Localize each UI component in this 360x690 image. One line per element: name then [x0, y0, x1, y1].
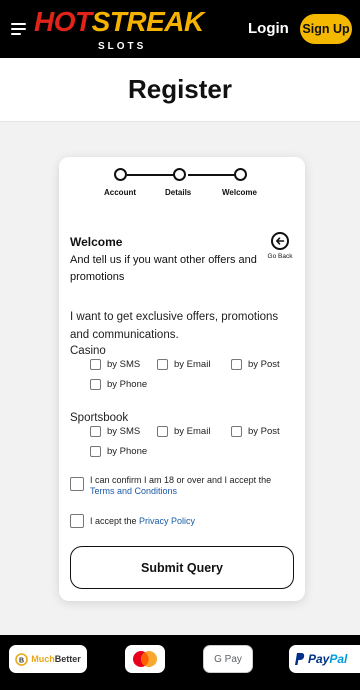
privacy-consent-text: I accept the	[90, 516, 137, 526]
go-back-button[interactable]: Go Back	[264, 232, 296, 260]
page-title-bar: Register	[0, 58, 360, 122]
sportsbook-post-checkbox[interactable]	[231, 426, 242, 437]
casino-post-checkbox[interactable]	[231, 359, 242, 370]
step-welcome-circle	[234, 168, 247, 181]
submit-button[interactable]: Submit Query	[70, 546, 294, 589]
sportsbook-phone-option[interactable]: by Phone	[90, 446, 147, 457]
casino-label: Casino	[70, 345, 106, 357]
step-connector	[188, 174, 237, 176]
sportsbook-sms-checkbox[interactable]	[90, 426, 101, 437]
privacy-policy-link[interactable]: Privacy Policy	[139, 516, 195, 526]
hamburger-menu-icon[interactable]	[11, 23, 26, 35]
casino-email-checkbox[interactable]	[157, 359, 168, 370]
option-label: by Post	[248, 426, 280, 437]
sportsbook-email-option[interactable]: by Email	[157, 426, 210, 437]
mastercard-badge	[125, 645, 165, 673]
sportsbook-post-option[interactable]: by Post	[231, 426, 280, 437]
privacy-consent-checkbox[interactable]	[70, 514, 84, 528]
paypal-pal-text: Pal	[329, 652, 348, 666]
muchbetter-badge: B MuchBetter	[9, 645, 87, 673]
option-label: by SMS	[107, 426, 141, 437]
option-label: by SMS	[107, 359, 141, 370]
age-consent-text: I can confirm I am 18 or over and I acce…	[90, 475, 272, 485]
paypal-badge: PayPal	[289, 645, 360, 673]
mastercard-icon	[133, 651, 157, 667]
age-consent-checkbox[interactable]	[70, 477, 84, 491]
casino-sms-option[interactable]: by SMS	[90, 359, 140, 370]
casino-post-option[interactable]: by Post	[231, 359, 280, 370]
muchbetter-prefix: Much	[31, 654, 55, 664]
registration-card: Account Details Welcome Welcome And tell…	[59, 157, 305, 601]
sportsbook-phone-checkbox[interactable]	[90, 446, 101, 457]
sportsbook-sms-option[interactable]: by SMS	[90, 426, 140, 437]
age-consent[interactable]: I can confirm I am 18 or over and I acce…	[70, 475, 295, 497]
registration-stepper: Account Details Welcome	[59, 157, 305, 207]
arrow-left-icon	[271, 232, 289, 250]
hotstreak-logo[interactable]: HOTSTREAK SLOTS	[34, 6, 214, 54]
logo-slots-text: SLOTS	[98, 41, 147, 52]
sportsbook-label: Sportsbook	[70, 412, 129, 424]
svg-text:B: B	[19, 657, 24, 664]
casino-phone-checkbox[interactable]	[90, 379, 101, 390]
muchbetter-icon: B	[15, 652, 29, 666]
option-label: by Email	[174, 359, 211, 370]
step-details-circle	[173, 168, 186, 181]
section-title: Welcome	[70, 235, 123, 249]
option-label: by Email	[174, 426, 211, 437]
step-connector	[127, 174, 176, 176]
go-back-label: Go Back	[267, 253, 293, 260]
google-pay-badge: G Pay	[203, 645, 253, 673]
paypal-icon	[295, 653, 305, 665]
logo-streak-text: STREAK	[91, 6, 205, 37]
top-navbar: HOTSTREAK SLOTS Login Sign Up	[0, 0, 360, 58]
casino-sms-checkbox[interactable]	[90, 359, 101, 370]
login-button[interactable]: Login	[248, 20, 289, 37]
page-title: Register	[127, 74, 233, 104]
option-label: by Phone	[107, 446, 148, 457]
google-pay-text: G Pay	[214, 653, 242, 665]
step-welcome-label: Welcome	[222, 188, 257, 197]
step-account-circle	[114, 168, 127, 181]
privacy-consent[interactable]: I accept the Privacy Policy	[70, 514, 295, 528]
payment-methods-footer: B MuchBetter G Pay PayPal	[0, 635, 360, 690]
section-description: And tell us if you want other offers and…	[70, 254, 257, 283]
casino-phone-option[interactable]: by Phone	[90, 379, 147, 390]
logo-hot-text: HOT	[34, 6, 92, 37]
sign-up-button[interactable]: Sign Up	[300, 14, 352, 44]
option-label: by Phone	[107, 379, 148, 390]
option-label: by Post	[248, 359, 280, 370]
step-account-label: Account	[104, 188, 136, 197]
step-details-label: Details	[165, 188, 192, 197]
casino-email-option[interactable]: by Email	[157, 359, 210, 370]
terms-link[interactable]: Terms and Conditions	[90, 486, 177, 496]
offers-description: I want to get exclusive offers, promotio…	[70, 311, 279, 341]
sportsbook-email-checkbox[interactable]	[157, 426, 168, 437]
muchbetter-suffix: Better	[54, 654, 81, 664]
paypal-pay-text: Pay	[308, 652, 330, 666]
